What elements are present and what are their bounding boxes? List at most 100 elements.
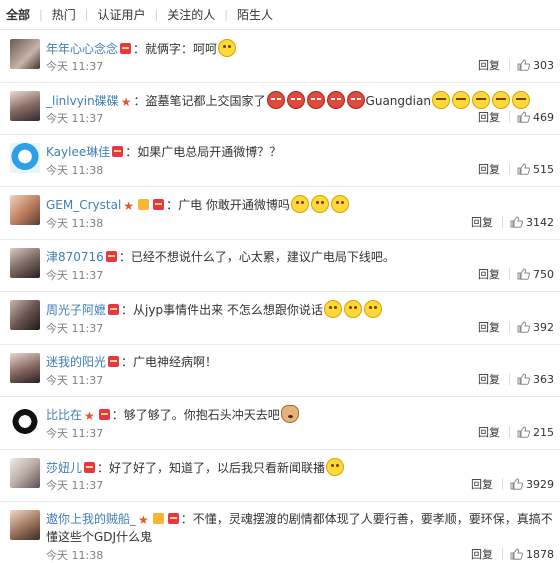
avatar[interactable] xyxy=(10,353,40,383)
reply-button[interactable]: 回复 xyxy=(478,266,500,282)
comment-text: ：从jyp事情件出来 不怎么想跟你说话 xyxy=(121,303,323,317)
avatar[interactable] xyxy=(10,405,40,435)
divider xyxy=(509,268,510,280)
username-link[interactable]: 莎妞儿 xyxy=(46,461,82,475)
angry-emoji-icon xyxy=(286,91,305,109)
divider xyxy=(502,548,503,560)
smile-emoji-icon xyxy=(310,195,329,213)
grumpy-emoji-icon xyxy=(471,91,490,109)
member-badge[interactable] xyxy=(120,43,132,54)
reply-button[interactable]: 回复 xyxy=(478,109,500,125)
like-button[interactable]: 392 xyxy=(517,321,554,334)
username-link[interactable]: 津870716 xyxy=(46,250,104,264)
like-button[interactable]: 303 xyxy=(517,59,554,72)
star-badge-icon[interactable]: ★ xyxy=(84,410,95,422)
member-badge[interactable] xyxy=(112,146,124,157)
comment-item: 遨你上我的贼船_ ★ ：不懂，灵魂摆渡的剧情都体现了人要行善，要孝顺，要环保，真搞不… xyxy=(0,502,560,563)
member-badge[interactable] xyxy=(108,356,120,367)
like-button[interactable]: 469 xyxy=(517,111,554,124)
tab-following[interactable]: 关注的人 xyxy=(158,8,224,22)
member-badge[interactable] xyxy=(153,199,165,210)
divider xyxy=(509,163,510,175)
tab-all[interactable]: 全部 xyxy=(6,8,39,22)
reply-button[interactable]: 回复 xyxy=(478,319,500,335)
star-badge-icon[interactable]: ★ xyxy=(123,200,134,212)
username-link[interactable]: 周光子阿嬷 xyxy=(46,303,106,317)
thumbs-up-icon xyxy=(517,373,530,385)
comment-actions: 回复 215 xyxy=(478,424,554,440)
comment-actions: 回复 469 xyxy=(478,109,554,125)
vip-badge[interactable] xyxy=(138,199,150,210)
comment-item: 周光子阿嬷 ：从jyp事情件出来 不怎么想跟你说话 今天 11:37 回复 392 xyxy=(0,292,560,345)
reply-button[interactable]: 回复 xyxy=(478,424,500,440)
username-link[interactable]: 年年心心念念 xyxy=(46,42,118,56)
comment-time: 今天 11:38 xyxy=(46,549,104,562)
reply-button[interactable]: 回复 xyxy=(471,546,493,562)
like-button[interactable]: 750 xyxy=(517,268,554,281)
like-count: 3929 xyxy=(526,477,554,491)
member-badge[interactable] xyxy=(98,409,110,420)
member-badge[interactable] xyxy=(84,462,96,473)
username-link[interactable]: 比比在 xyxy=(46,408,82,422)
comment-body: GEM_Crystal ★ ：广电 你敢开通微博吗 xyxy=(46,195,554,214)
reply-button[interactable]: 回复 xyxy=(471,476,493,492)
like-button[interactable]: 363 xyxy=(517,373,554,386)
tab-hot[interactable]: 热门 xyxy=(43,8,85,22)
like-button[interactable]: 215 xyxy=(517,426,554,439)
avatar[interactable] xyxy=(10,458,40,488)
comment-text: ：如果广电总局开通微博？？ xyxy=(125,145,282,159)
vip-badge[interactable] xyxy=(152,513,164,524)
member-badge[interactable] xyxy=(108,304,120,315)
grumpy-emoji-icon xyxy=(491,91,510,109)
avatar[interactable] xyxy=(10,300,40,330)
avatar[interactable] xyxy=(10,143,40,173)
divider xyxy=(509,111,510,123)
reply-button[interactable]: 回复 xyxy=(478,371,500,387)
username-link[interactable]: 迷我的阳光 xyxy=(46,355,106,369)
member-badge[interactable] xyxy=(105,251,117,262)
tab-strangers[interactable]: 陌生人 xyxy=(228,8,282,22)
comment-time: 今天 11:38 xyxy=(46,217,104,230)
comment-item: 年年心心念念 ：就俩字：呵呵 今天 11:37 回复 303 xyxy=(0,31,560,83)
like-count: 303 xyxy=(533,58,554,72)
like-button[interactable]: 1878 xyxy=(510,548,554,561)
smile-emoji-icon xyxy=(330,195,349,213)
username-link[interactable]: Kaylee琳佳 xyxy=(46,145,110,159)
comment-item: 津870716 ：已经不想说什么了，心太累，建议广电局下线吧。 今天 11:37 … xyxy=(0,240,560,292)
smile-emoji-icon xyxy=(326,458,345,476)
avatar[interactable] xyxy=(10,248,40,278)
comment-actions: 回复 1878 xyxy=(471,546,554,562)
comment-list: 年年心心念念 ：就俩字：呵呵 今天 11:37 回复 303 _linlvyin碟… xyxy=(0,31,560,563)
dog-emoji-icon xyxy=(280,405,299,423)
comment-time: 今天 11:37 xyxy=(46,112,104,125)
reply-button[interactable]: 回复 xyxy=(478,161,500,177)
thumbs-up-icon xyxy=(510,478,523,490)
like-button[interactable]: 3929 xyxy=(510,478,554,491)
star-badge-icon[interactable]: ★ xyxy=(138,514,149,526)
comment-time: 今天 11:37 xyxy=(46,479,104,492)
username-link[interactable]: 遨你上我的贼船_ xyxy=(46,512,136,526)
avatar[interactable] xyxy=(10,510,40,540)
avatar[interactable] xyxy=(10,195,40,225)
avatar[interactable] xyxy=(10,39,40,69)
like-count: 215 xyxy=(533,425,554,439)
comment-actions: 回复 750 xyxy=(478,266,554,282)
member-badge[interactable] xyxy=(167,513,179,524)
thumbs-up-icon xyxy=(517,268,530,280)
username-link[interactable]: _linlvyin碟碟 xyxy=(46,94,119,108)
reply-button[interactable]: 回复 xyxy=(471,214,493,230)
comment-item: 迷我的阳光 ：广电神经病啊！ 今天 11:37 回复 363 xyxy=(0,345,560,397)
comment-time: 今天 11:37 xyxy=(46,60,104,73)
username-link[interactable]: GEM_Crystal xyxy=(46,198,121,212)
comment-actions: 回复 3929 xyxy=(471,476,554,492)
avatar[interactable] xyxy=(10,91,40,121)
reply-button[interactable]: 回复 xyxy=(478,57,500,73)
comment-text: ：够了够了。你抱石头冲天去吧 xyxy=(111,408,280,422)
like-button[interactable]: 515 xyxy=(517,163,554,176)
thumbs-up-icon xyxy=(517,321,530,333)
like-button[interactable]: 3142 xyxy=(510,216,554,229)
comment-text: ：盗墓笔记都上交国家了 xyxy=(133,94,266,108)
tab-verified-users[interactable]: 认证用户 xyxy=(88,8,154,22)
star-badge-icon[interactable]: ★ xyxy=(121,96,132,108)
comment-time: 今天 11:37 xyxy=(46,322,104,335)
